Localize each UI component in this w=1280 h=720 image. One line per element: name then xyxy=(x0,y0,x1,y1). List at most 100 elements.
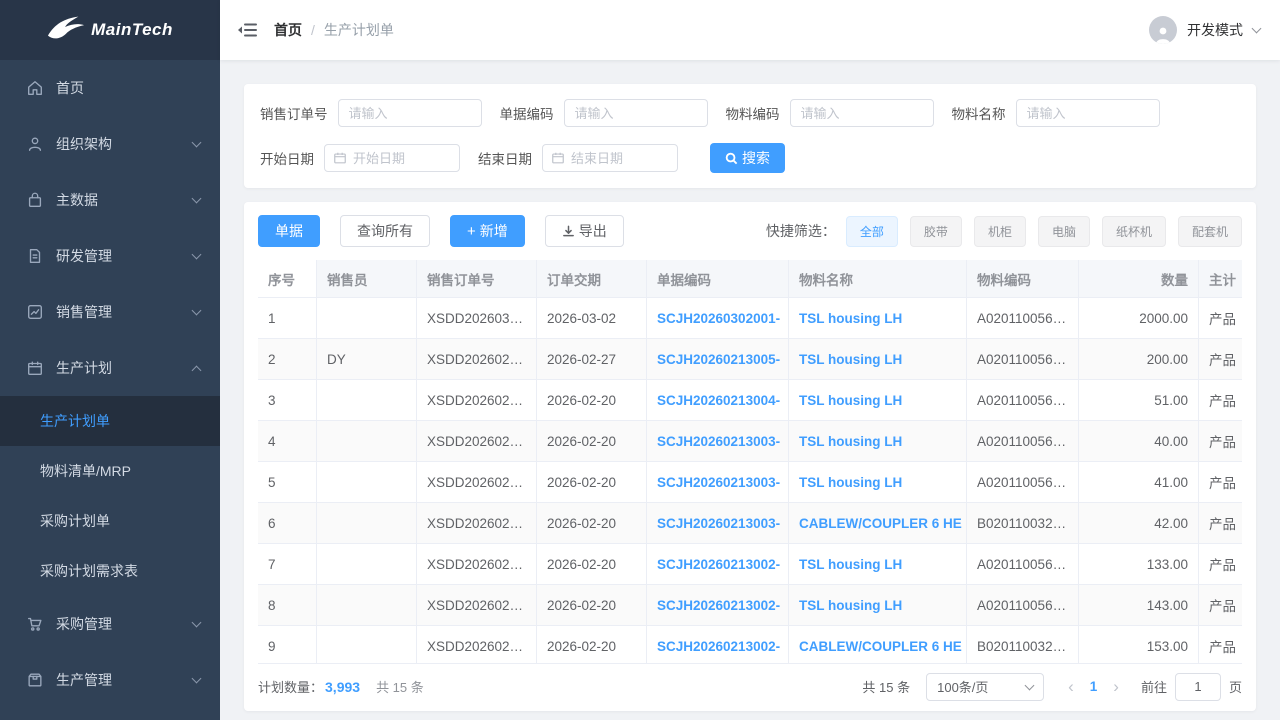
chevron-down-icon xyxy=(192,138,202,148)
doc-code-link[interactable]: SCJH20260213005- xyxy=(657,352,780,367)
sidebar-item-purchase-management[interactable]: 采购管理 xyxy=(0,596,220,652)
sidebar-subitem[interactable]: 采购计划单 xyxy=(0,496,220,546)
search-button-label: 搜索 xyxy=(742,148,770,168)
material-name-link[interactable]: TSL housing LH xyxy=(799,475,902,490)
chevron-down-icon xyxy=(1252,24,1262,34)
table-panel: 单据 查询所有 +新增 导出 快捷筛选： 全部胶带机柜电脑纸杯机配套机 xyxy=(244,202,1256,711)
doc-code-link[interactable]: SCJH20260213003- xyxy=(657,434,780,449)
material-code-label: 物料编码 xyxy=(726,103,780,123)
search-button[interactable]: 搜索 xyxy=(710,143,785,173)
sidebar-item-production-management[interactable]: 生产管理 xyxy=(0,652,220,708)
cell-quantity: 2000.00 xyxy=(1079,298,1199,339)
cell-quantity: 200.00 xyxy=(1079,339,1199,380)
material-name-link[interactable]: CABLEW/COUPLER 6 HE xyxy=(799,516,962,531)
calendar-icon xyxy=(26,359,44,377)
doc-code-link[interactable]: SCJH20260213003- xyxy=(657,516,780,531)
page-size-select[interactable]: 100条/页 xyxy=(926,673,1044,701)
quick-filter-pill[interactable]: 电脑 xyxy=(1038,216,1090,247)
sidebar-item-rd-management[interactable]: 研发管理 xyxy=(0,228,220,284)
sidebar-item-label: 销售管理 xyxy=(56,302,112,322)
cell-order-date: 2026-02-20 xyxy=(537,544,647,585)
total-count: 共 15 条 xyxy=(862,677,910,696)
quick-filter-pill[interactable]: 配套机 xyxy=(1178,216,1242,247)
end-date-picker[interactable] xyxy=(542,144,678,172)
cell-quantity: 51.00 xyxy=(1079,380,1199,421)
cell-index: 5 xyxy=(258,462,317,503)
material-code-input[interactable] xyxy=(790,99,934,127)
material-name-link[interactable]: TSL housing LH xyxy=(799,557,902,572)
sales-order-input[interactable] xyxy=(338,99,482,127)
cell-seller xyxy=(317,626,417,663)
breadcrumb-home[interactable]: 首页 xyxy=(274,20,302,40)
sidebar-subitem[interactable]: 物料清单/MRP xyxy=(0,446,220,496)
main-area: 首页 / 生产计划单 开发模式 销售订单号 单据编码 物料编码 xyxy=(220,0,1280,720)
sidebar-subitem[interactable]: 生产计划单 xyxy=(0,396,220,446)
cell-index: 2 xyxy=(258,339,317,380)
doc-button[interactable]: 单据 xyxy=(258,215,320,247)
cell-plan-type: 产品 xyxy=(1199,585,1242,626)
doc-code-link[interactable]: SCJH20260213002- xyxy=(657,557,780,572)
material-name-link[interactable]: TSL housing LH xyxy=(799,393,902,408)
cell-seller xyxy=(317,503,417,544)
filter-doc-code: 单据编码 xyxy=(500,99,708,127)
sidebar-item-production-plan[interactable]: 生产计划 xyxy=(0,340,220,396)
material-name-input[interactable] xyxy=(1016,99,1160,127)
sidebar-item-home[interactable]: 首页 xyxy=(0,60,220,116)
cell-material-code: B020110032… xyxy=(967,503,1079,544)
prev-page-button[interactable]: ‹ xyxy=(1058,678,1084,695)
calendar-icon xyxy=(551,151,565,165)
quick-filter-pill[interactable]: 全部 xyxy=(846,216,898,247)
doc-code-input[interactable] xyxy=(564,99,708,127)
sidebar-item-sales-management[interactable]: 销售管理 xyxy=(0,284,220,340)
cell-sales-order: XSDD202602… xyxy=(417,626,537,663)
cell-sales-order: XSDD202602… xyxy=(417,544,537,585)
bag-icon xyxy=(26,191,44,209)
cart-icon xyxy=(26,615,44,633)
add-button[interactable]: +新增 xyxy=(450,215,525,247)
quick-filter-pill[interactable]: 纸杯机 xyxy=(1102,216,1166,247)
start-date-input[interactable] xyxy=(353,151,451,166)
user-menu[interactable]: 开发模式 xyxy=(1149,16,1260,44)
cell-order-date: 2026-02-20 xyxy=(537,503,647,544)
chevron-down-icon xyxy=(192,250,202,260)
quick-filter-pill[interactable]: 胶带 xyxy=(910,216,962,247)
start-date-picker[interactable] xyxy=(324,144,460,172)
home-icon xyxy=(26,79,44,97)
doc-code-link[interactable]: SCJH20260213002- xyxy=(657,639,780,654)
end-date-input[interactable] xyxy=(571,151,669,166)
cell-index: 3 xyxy=(258,380,317,421)
material-name-link[interactable]: TSL housing LH xyxy=(799,434,902,449)
material-name-link[interactable]: TSL housing LH xyxy=(799,352,902,367)
doc-code-link[interactable]: SCJH20260213004- xyxy=(657,393,780,408)
goto-page-input[interactable] xyxy=(1175,673,1221,701)
col-index: 序号 xyxy=(258,260,317,298)
cell-order-date: 2026-02-20 xyxy=(537,462,647,503)
quick-filter-pill[interactable]: 机柜 xyxy=(974,216,1026,247)
cell-plan-type: 产品 xyxy=(1199,462,1242,503)
export-button[interactable]: 导出 xyxy=(545,215,624,247)
doc-code-link[interactable]: SCJH20260213003- xyxy=(657,475,780,490)
sidebar-fold-icon[interactable] xyxy=(236,19,258,41)
material-name-label: 物料名称 xyxy=(952,103,1006,123)
sidebar-item-label: 采购管理 xyxy=(56,614,112,634)
chevron-up-icon xyxy=(192,365,202,375)
query-all-button[interactable]: 查询所有 xyxy=(340,215,430,247)
sales-order-label: 销售订单号 xyxy=(260,103,328,123)
sidebar-item-label: 主数据 xyxy=(56,190,98,210)
sidebar-item-master-data[interactable]: 主数据 xyxy=(0,172,220,228)
sidebar-subitem[interactable]: 采购计划需求表 xyxy=(0,546,220,596)
doc-code-link[interactable]: SCJH20260213002- xyxy=(657,598,780,613)
cell-order-date: 2026-03-02 xyxy=(537,298,647,339)
sidebar-item-organization[interactable]: 组织架构 xyxy=(0,116,220,172)
table-row: 2 DY XSDD202602… 2026-02-27 SCJH20260213… xyxy=(258,339,1242,380)
doc-code-link[interactable]: SCJH20260302001- xyxy=(657,311,780,326)
table-header-row: 序号 销售员 销售订单号 订单交期 单据编码 物料名称 物料编码 数量 主计 xyxy=(258,260,1242,298)
material-name-link[interactable]: TSL housing LH xyxy=(799,598,902,613)
material-name-link[interactable]: TSL housing LH xyxy=(799,311,902,326)
logo-text: MainTech xyxy=(91,20,173,40)
material-name-link[interactable]: CABLEW/COUPLER 6 HE xyxy=(799,639,962,654)
current-page[interactable]: 1 xyxy=(1084,679,1104,694)
chevron-down-icon xyxy=(1025,680,1035,690)
cell-material-code: A020110056… xyxy=(967,585,1079,626)
next-page-button[interactable]: › xyxy=(1103,678,1129,695)
